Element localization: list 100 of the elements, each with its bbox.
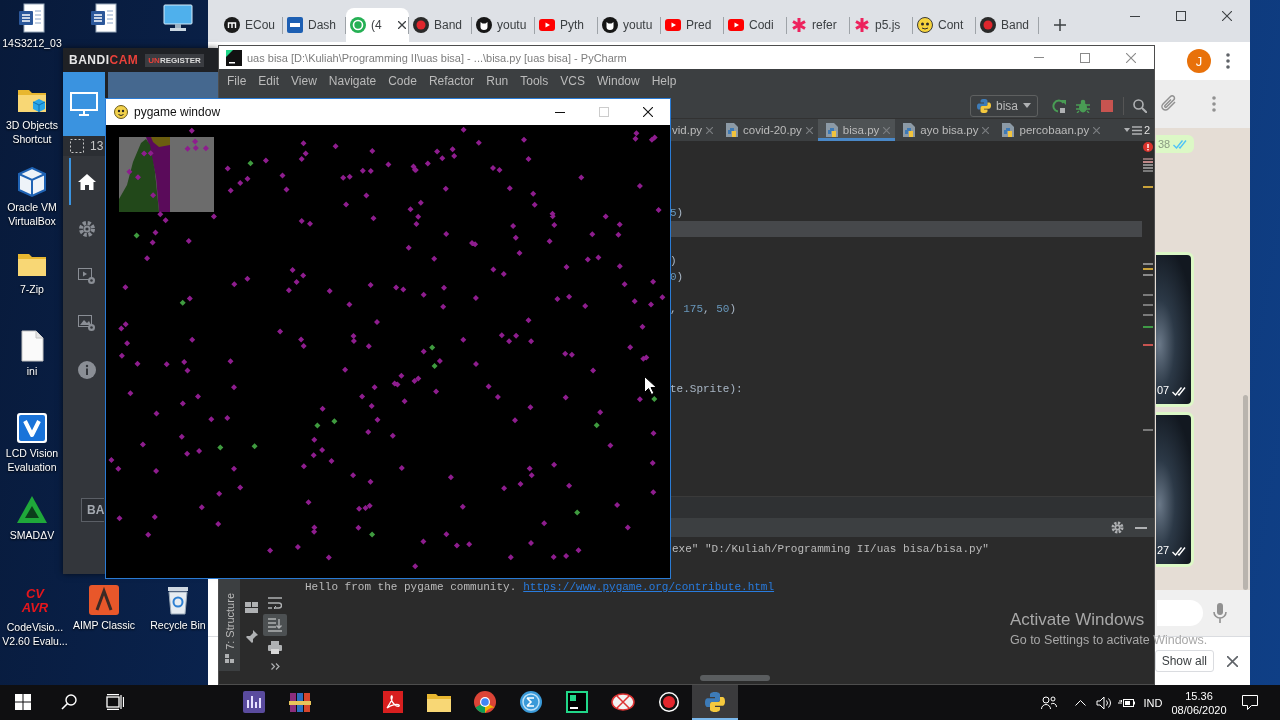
browser-tab[interactable]: (4 xyxy=(346,8,409,42)
browser-tab[interactable]: ECou xyxy=(220,8,283,42)
battery-icon xyxy=(1118,696,1135,709)
triangle-logo-icon xyxy=(16,494,48,526)
footer-button[interactable]: BA xyxy=(81,498,104,522)
play-icon xyxy=(665,19,681,31)
voice-button[interactable] xyxy=(1213,603,1227,623)
desktop-shortcut[interactable]: AIMP Classic xyxy=(72,582,136,632)
menu-item[interactable]: Run xyxy=(480,72,515,90)
browser-tab[interactable]: Cont xyxy=(913,8,976,42)
smiley-face-icon xyxy=(114,105,128,119)
stripe-mark xyxy=(1143,344,1153,346)
record-icon xyxy=(413,17,429,33)
menu-item[interactable]: VCS xyxy=(554,72,591,90)
task-view-icon xyxy=(106,693,124,710)
menu-item[interactable]: Help xyxy=(645,72,683,90)
close-icon xyxy=(643,107,653,117)
desktop-shortcut[interactable]: Oracle VM VirtualBox xyxy=(1,164,63,228)
window-title: uas bisa [D:\Kuliah\Programming II\uas bisa] - ...\bisa.py [uas bisa] - PyCharm xyxy=(247,51,628,64)
browser-tab[interactable]: Pred xyxy=(661,8,724,42)
python-file-icon xyxy=(824,123,839,137)
minimize-icon xyxy=(1135,526,1147,529)
menu-item[interactable]: Edit xyxy=(252,72,286,90)
menu-item[interactable]: Code xyxy=(382,72,423,90)
browser-tab[interactable]: Band xyxy=(976,8,1039,42)
clock-time[interactable]: 15.36 xyxy=(1185,688,1213,703)
snake-logo-icon xyxy=(705,691,725,712)
desktop-shortcut[interactable]: ini xyxy=(16,328,48,378)
browser-tab[interactable]: p5.js xyxy=(850,8,913,42)
editor-tab[interactable]: ayo bisa.py xyxy=(895,119,995,141)
paperclip-icon xyxy=(1160,95,1178,113)
menu-item[interactable]: View xyxy=(285,72,323,90)
editor-tab[interactable]: percobaan.py xyxy=(994,119,1106,141)
console-output-line: Hello from the pygame community. https://www.pygame.org/contribute.html xyxy=(305,580,775,595)
cursor-icon xyxy=(644,376,656,395)
close-icon xyxy=(1126,52,1136,63)
pdf-icon xyxy=(383,690,403,713)
browser-tab[interactable]: Pyth xyxy=(535,8,598,42)
side-tab[interactable]: 7: Structure xyxy=(223,593,236,650)
taskbar-app[interactable] xyxy=(692,685,738,720)
app-logo: CV AVR xyxy=(20,585,50,617)
attach-button[interactable] xyxy=(1159,94,1179,114)
desktop-shortcut[interactable]: SMADΔV xyxy=(9,492,55,542)
ide-logo-icon xyxy=(566,690,588,713)
browser-tab[interactable]: Band xyxy=(409,8,472,42)
activation-title: Activate Windows xyxy=(1010,610,1145,630)
browser-tab[interactable]: refer xyxy=(787,8,850,42)
more-options-icon xyxy=(1226,53,1230,69)
clock-date[interactable]: 08/06/2020 xyxy=(1171,702,1227,717)
info-icon xyxy=(77,360,96,379)
desktop-shortcut[interactable]: CV AVR CodeVisio... V2.60 Evalu... xyxy=(0,582,70,648)
people-icon xyxy=(1040,695,1057,710)
close-icon[interactable] xyxy=(398,21,406,29)
selection-area-icon xyxy=(70,139,84,153)
browser-tab[interactable]: youtu xyxy=(472,8,535,42)
start-menu-icon xyxy=(15,693,31,710)
record-icon xyxy=(658,690,680,713)
browser-tab[interactable]: Codi xyxy=(724,8,787,42)
editor-tab[interactable]: vid.py xyxy=(670,119,719,141)
menu-item[interactable]: Navigate xyxy=(322,72,383,90)
double-check-icon xyxy=(1172,547,1187,556)
menu-item[interactable]: Window xyxy=(590,72,646,90)
settings-icon xyxy=(77,219,96,238)
stop-icon xyxy=(1101,99,1113,112)
desktop-shortcut[interactable]: 14S3212_03 xyxy=(2,0,62,50)
scrollbar-thumb[interactable] xyxy=(1243,395,1248,590)
show-all-button[interactable]: Show all xyxy=(1154,650,1214,672)
layout-button[interactable] xyxy=(242,599,260,615)
menu-item[interactable]: Refactor xyxy=(422,72,481,90)
editor-tab[interactable]: covid-20.py xyxy=(718,119,818,141)
editor-tab[interactable]: bisa.py xyxy=(817,119,896,141)
more-options-icon xyxy=(1212,96,1216,112)
speaker-icon xyxy=(1095,695,1112,710)
python-file-icon xyxy=(1001,123,1016,137)
desktop-shortcut[interactable]: 7-Zip xyxy=(16,246,48,296)
desktop-shortcut[interactable]: Recycle Bin xyxy=(150,582,206,632)
cube-icon xyxy=(16,166,48,198)
circle-logo-icon xyxy=(520,690,542,713)
tab-overflow-button[interactable]: 2 xyxy=(1121,119,1152,141)
close-button[interactable] xyxy=(1224,653,1240,669)
code-line: 0) xyxy=(670,270,684,285)
asterisk-icon xyxy=(791,17,807,33)
desktop-shortcut[interactable]: 3D Objects Shortcut xyxy=(1,82,63,146)
document-icon xyxy=(16,2,48,34)
browser-tab[interactable]: Dash xyxy=(283,8,346,42)
menu-item[interactable]: File xyxy=(221,72,253,90)
books-icon xyxy=(289,690,311,713)
menu-item[interactable]: Tools xyxy=(514,72,555,90)
caret-icon xyxy=(1023,103,1031,108)
desktop-shortcut[interactable]: LCD Vision Evaluation xyxy=(1,410,63,474)
notification-icon xyxy=(1242,695,1258,710)
language-indicator[interactable]: IND xyxy=(1138,696,1168,709)
mode-tab[interactable] xyxy=(63,72,105,136)
scrollbar-thumb[interactable] xyxy=(700,675,770,681)
browser-tab[interactable]: youtu xyxy=(598,8,661,42)
run-config-dropdown[interactable]: bisa xyxy=(970,94,1038,117)
desktop-shortcut[interactable] xyxy=(88,0,120,34)
code-line: 5) xyxy=(670,206,684,221)
list-icon xyxy=(1131,125,1142,135)
monitor-icon xyxy=(162,2,194,34)
